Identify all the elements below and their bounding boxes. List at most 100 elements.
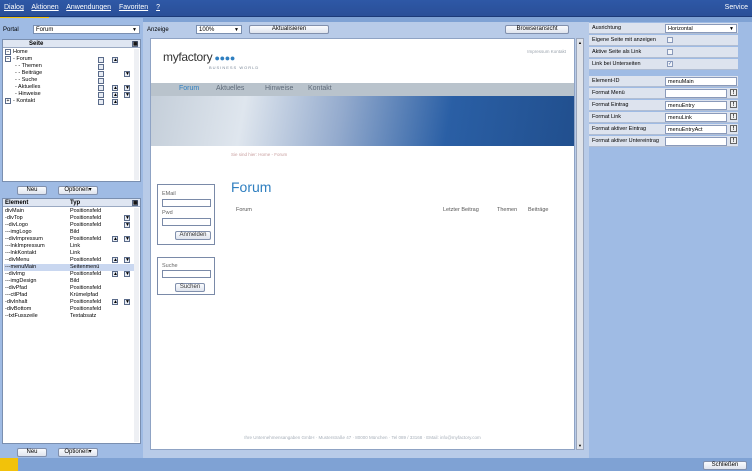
tree-item-home[interactable]: − Home (5, 49, 28, 56)
table-scrollbar[interactable] (134, 208, 139, 442)
browser-view-button[interactable]: Browseransicht (505, 25, 569, 34)
arrow-down-icon[interactable]: ▼ (124, 85, 130, 91)
arrow-up-icon[interactable]: ▲ (112, 92, 118, 98)
exclamation-icon[interactable]: ! (730, 137, 737, 144)
arrow-up-icon[interactable]: ▲ (112, 257, 118, 263)
page-icon[interactable] (98, 71, 104, 77)
arrow-up-icon[interactable]: ▲ (112, 236, 118, 242)
col-element[interactable]: Element (5, 199, 28, 207)
menu-anwendungen[interactable]: Anwendungen (66, 4, 111, 11)
arrow-down-icon[interactable]: ▼ (124, 271, 130, 277)
format-entry-field[interactable]: menuEntry (665, 101, 727, 110)
element-options-button[interactable]: Optionen▾ (58, 448, 98, 457)
format-link-field[interactable]: menuLink (665, 113, 727, 122)
format-active-entry-field[interactable]: menuEntryAct (665, 125, 727, 134)
table-row[interactable]: ---imgDesign Bild (4, 278, 139, 285)
arrow-down-icon[interactable]: ▼ (124, 92, 130, 98)
refresh-button[interactable]: Aktualisieren (249, 25, 329, 34)
preview-scrollbar[interactable]: ▲ ▼ (576, 38, 584, 450)
new-element-button[interactable]: Neu (17, 448, 47, 457)
eigene-seite-checkbox[interactable] (667, 37, 673, 43)
ausrichtung-select[interactable]: Horizontal ▼ (665, 24, 737, 33)
element-id-field[interactable]: menuMain (665, 77, 737, 86)
grid-icon[interactable]: ▦ (132, 200, 138, 206)
table-row[interactable]: -divTop Positionsfeld ▼ (4, 215, 139, 222)
arrow-down-icon[interactable]: ▼ (124, 236, 130, 242)
page-icon[interactable] (98, 57, 104, 63)
search-input[interactable] (162, 270, 211, 278)
tree-item-kontakt[interactable]: + - Kontakt (5, 98, 35, 105)
tree-item-aktuelles[interactable]: - Aktuelles (15, 84, 40, 91)
exclamation-icon[interactable]: ! (730, 113, 737, 120)
menu-aktionen[interactable]: Aktionen (31, 4, 58, 11)
table-row[interactable]: ---menuMain Seitenmenü (4, 264, 139, 271)
table-row[interactable]: ---imgLogo Bild (4, 229, 139, 236)
format-menu-field[interactable] (665, 89, 727, 98)
search-button[interactable]: Suchen (175, 283, 205, 292)
page-icon[interactable] (98, 92, 104, 98)
link-unterseiten-checkbox[interactable]: ✓ (667, 61, 673, 67)
table-row[interactable]: ---ctlPfad Krümelpfad (4, 292, 139, 299)
new-page-button[interactable]: Neu (17, 186, 47, 195)
site-nav-hinweise[interactable]: Hinweise (265, 85, 293, 92)
menu-help[interactable]: ? (156, 4, 160, 11)
tree-item-beitraege[interactable]: - - Beiträge (15, 70, 42, 77)
site-top-links[interactable]: Impressum Kontakt (527, 49, 566, 54)
table-row[interactable]: --divLogo Positionsfeld ▼ (4, 222, 139, 229)
page-icon[interactable] (98, 64, 104, 70)
arrow-down-icon[interactable]: ▼ (124, 299, 130, 305)
tree-item-themen[interactable]: - - Themen (15, 63, 42, 70)
site-nav-aktuelles[interactable]: Aktuelles (216, 85, 244, 92)
menu-favoriten[interactable]: Favoriten (119, 4, 148, 11)
page-icon[interactable] (98, 85, 104, 91)
site-nav-kontakt[interactable]: Kontakt (308, 85, 332, 92)
element-type: Textabsatz (70, 313, 97, 319)
menu-dialog[interactable]: Dialog (4, 4, 24, 11)
element-name: -divInhalt (5, 299, 28, 305)
arrow-up-icon[interactable]: ▲ (112, 299, 118, 305)
arrow-up-icon[interactable]: ▲ (112, 99, 118, 105)
tree-item-suche[interactable]: - - Suche (15, 77, 37, 84)
aktive-seite-checkbox[interactable] (667, 49, 673, 55)
table-row[interactable]: ---lnkImpressum Link (4, 243, 139, 250)
table-row[interactable]: --divPfad Positionsfeld (4, 285, 139, 292)
email-field[interactable] (162, 199, 211, 207)
element-type: Positionsfeld (70, 257, 102, 263)
arrow-down-icon[interactable]: ▼ (124, 222, 130, 228)
exclamation-icon[interactable]: ! (730, 89, 737, 96)
table-row[interactable]: ---lnkKontakt Link (4, 250, 139, 257)
table-row[interactable]: divMain Positionsfeld (4, 208, 139, 215)
arrow-down-icon[interactable]: ▼ (124, 215, 130, 221)
portal-select[interactable]: Forum ▼ (33, 25, 140, 34)
arrow-down-icon[interactable]: ▼ (578, 443, 582, 448)
table-row[interactable]: -divInhalt Positionsfeld ▲ ▼ (4, 299, 139, 306)
close-button[interactable]: Schließen (703, 461, 747, 470)
arrow-up-icon[interactable]: ▲ (578, 40, 582, 45)
arrow-down-icon[interactable]: ▼ (124, 71, 130, 77)
exclamation-icon[interactable]: ! (730, 101, 737, 108)
grid-icon[interactable]: ▦ (132, 41, 138, 47)
tree-item-hinweise[interactable]: - Hinweise (15, 91, 41, 98)
table-row[interactable]: --divMenu Positionsfeld ▲ ▼ (4, 257, 139, 264)
table-row[interactable]: --txtFusszeile Textabsatz (4, 313, 139, 320)
page-icon[interactable] (98, 78, 104, 84)
arrow-down-icon[interactable]: ▼ (124, 257, 130, 263)
tree-scrollbar[interactable] (134, 49, 139, 180)
arrow-up-icon[interactable]: ▲ (112, 85, 118, 91)
col-typ[interactable]: Typ (70, 199, 80, 207)
page-icon[interactable] (98, 99, 104, 105)
page-options-button[interactable]: Optionen▾ (58, 186, 98, 195)
format-active-subentry-field[interactable] (665, 137, 727, 146)
tree-item-forum[interactable]: − - Forum (5, 56, 32, 63)
table-row[interactable]: --divImpressum Positionsfeld ▲ ▼ (4, 236, 139, 243)
zoom-select[interactable]: 100% ▼ (196, 25, 242, 34)
arrow-up-icon[interactable]: ▲ (112, 57, 118, 63)
site-nav-forum[interactable]: Forum (179, 85, 199, 92)
service-link[interactable]: Service (725, 4, 748, 11)
table-row[interactable]: -divBottom Positionsfeld (4, 306, 139, 313)
table-row[interactable]: --divImg Positionsfeld ▲ ▼ (4, 271, 139, 278)
password-field[interactable] (162, 218, 211, 226)
login-button[interactable]: Anmelden (175, 231, 211, 240)
exclamation-icon[interactable]: ! (730, 125, 737, 132)
arrow-up-icon[interactable]: ▲ (112, 271, 118, 277)
